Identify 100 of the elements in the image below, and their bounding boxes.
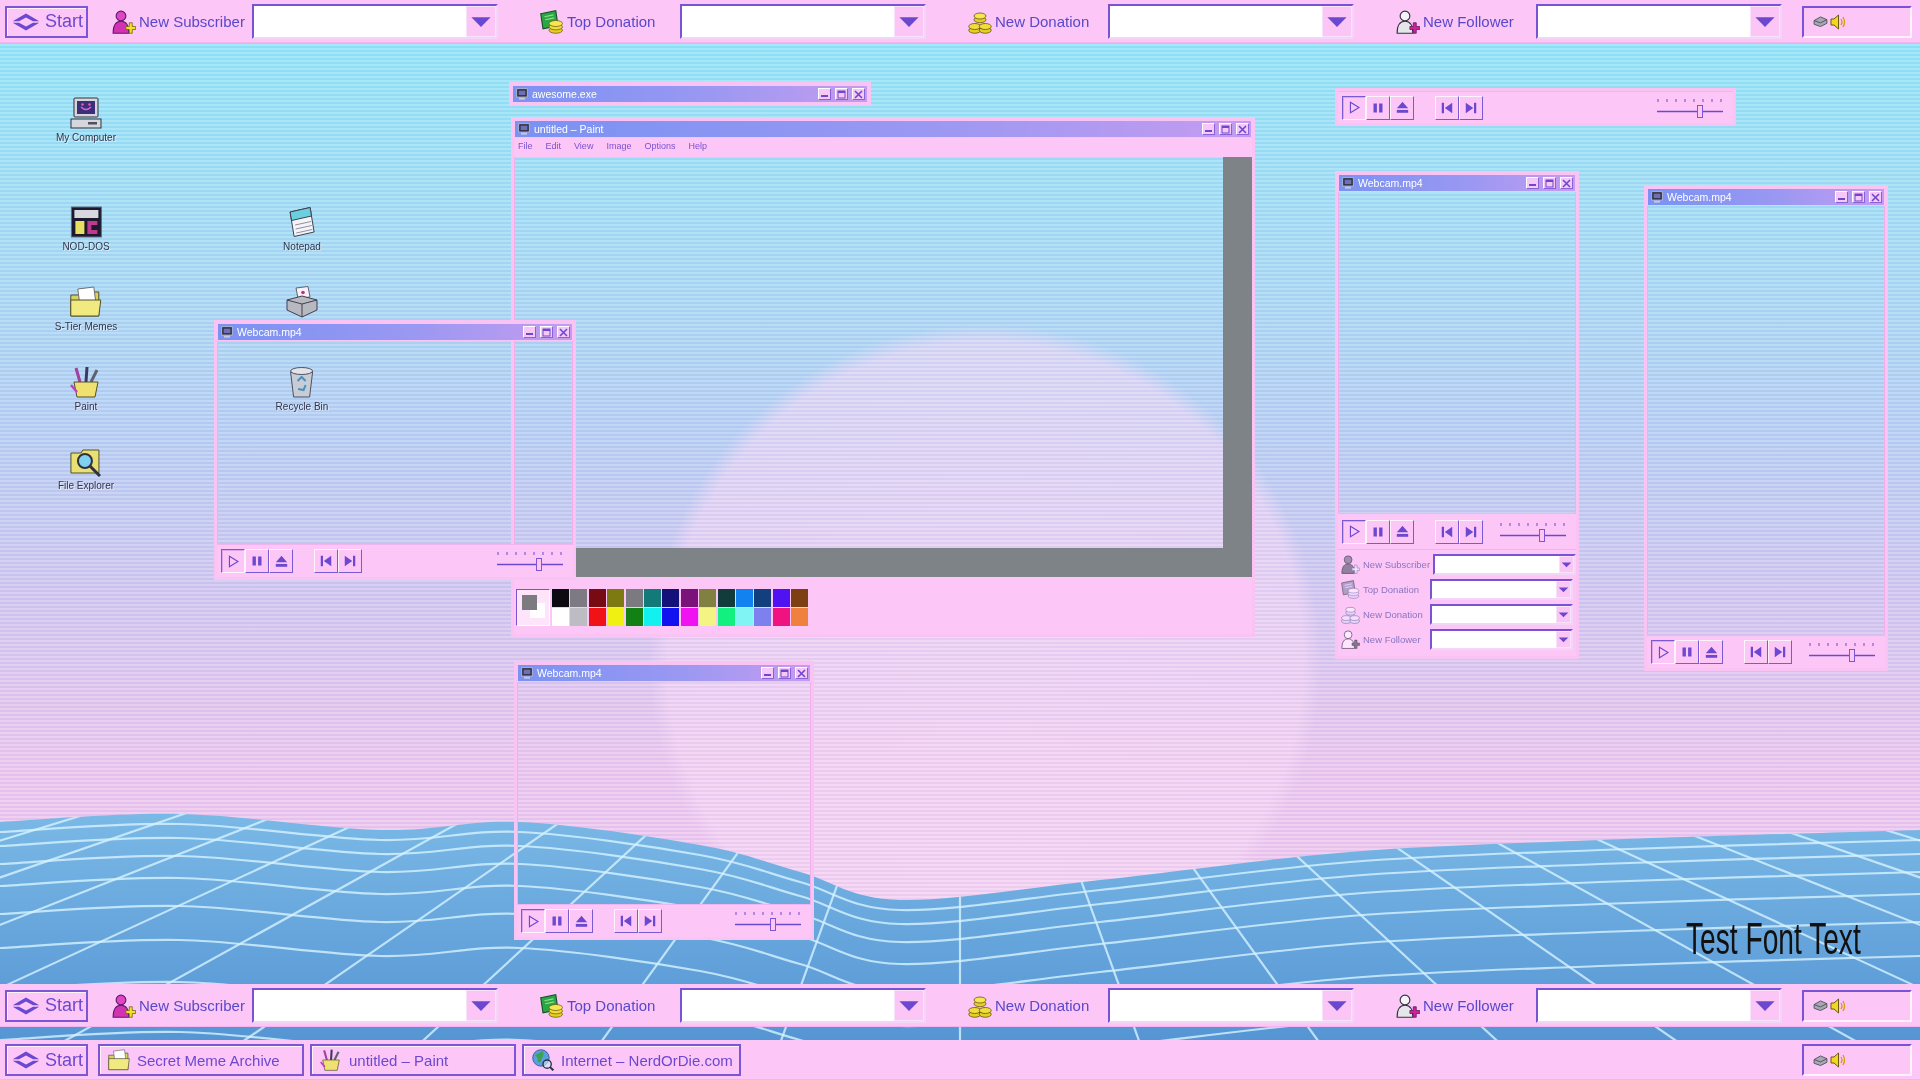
maximize-button[interactable] <box>1852 191 1865 203</box>
color-swatch-icon[interactable] <box>552 589 569 607</box>
close-button[interactable] <box>557 326 570 338</box>
color-swatch-icon[interactable] <box>754 589 772 607</box>
eject-button[interactable] <box>1699 640 1723 664</box>
color-swatch-icon[interactable] <box>625 589 643 607</box>
menu-item[interactable]: Options <box>644 141 676 151</box>
next-button[interactable] <box>638 909 662 933</box>
color-swatch-icon[interactable] <box>643 608 661 626</box>
color-swatch-icon[interactable] <box>735 589 753 607</box>
color-swatch-icon[interactable] <box>754 608 772 626</box>
minimize-button[interactable] <box>1526 177 1539 189</box>
close-button[interactable] <box>1560 177 1573 189</box>
color-swatch-icon[interactable] <box>680 608 698 626</box>
play-button[interactable] <box>221 549 245 573</box>
color-swatch-icon[interactable] <box>791 589 809 607</box>
start-button[interactable]: Start <box>5 5 88 38</box>
play-button[interactable] <box>1342 519 1366 544</box>
close-button[interactable] <box>795 667 808 679</box>
color-swatch-icon[interactable] <box>662 608 680 626</box>
close-button[interactable] <box>1869 191 1882 203</box>
color-swatch-icon[interactable] <box>588 608 606 626</box>
play-button[interactable] <box>1651 640 1675 664</box>
color-swatch-icon[interactable] <box>791 608 809 626</box>
color-selector[interactable] <box>516 589 550 626</box>
alert-dropdown[interactable] <box>1108 988 1354 1023</box>
color-swatch-icon[interactable] <box>570 608 588 626</box>
play-button[interactable] <box>1342 95 1366 120</box>
color-swatch-icon[interactable] <box>588 589 606 607</box>
desktop-shortcut[interactable]: S-Tier Memes <box>54 286 118 332</box>
color-swatch-icon[interactable] <box>662 589 680 607</box>
alert-dropdown[interactable] <box>680 988 926 1023</box>
maximize-button[interactable] <box>778 667 791 679</box>
color-swatch-icon[interactable] <box>552 608 569 626</box>
eject-button[interactable] <box>1390 519 1414 544</box>
color-swatch-icon[interactable] <box>772 608 790 626</box>
taskbar-button[interactable]: Internet – NerdOrDie.com <box>522 1044 741 1076</box>
volume-slider[interactable] <box>496 549 564 573</box>
desktop-shortcut[interactable]: Recycle Bin <box>275 366 329 412</box>
desktop-shortcut[interactable]: File Explorer <box>57 445 115 491</box>
previous-button[interactable] <box>614 909 638 933</box>
previous-button[interactable] <box>1435 519 1459 544</box>
menu-item[interactable]: File <box>518 141 533 151</box>
slider-thumb[interactable] <box>1539 528 1546 542</box>
next-button[interactable] <box>1768 640 1792 664</box>
minimize-button[interactable] <box>1202 123 1215 135</box>
alert-dropdown[interactable] <box>1430 604 1573 625</box>
taskbar-button[interactable]: untitled – Paint <box>310 1044 516 1076</box>
previous-button[interactable] <box>314 549 338 573</box>
maximize-button[interactable] <box>540 326 553 338</box>
desktop-shortcut[interactable]: Paint <box>70 366 102 412</box>
start-button[interactable]: Start <box>5 1044 88 1076</box>
menu-item[interactable]: View <box>574 141 594 151</box>
desktop-shortcut[interactable]: NOD-DOS <box>62 206 110 252</box>
alert-dropdown[interactable] <box>1430 579 1573 600</box>
taskbar-button[interactable]: Secret Meme Archive <box>98 1044 304 1076</box>
desktop-shortcut[interactable] <box>286 286 318 318</box>
pause-button[interactable] <box>245 549 269 573</box>
pause-button[interactable] <box>1675 640 1699 664</box>
eject-button[interactable] <box>269 549 293 573</box>
menu-item[interactable]: Edit <box>545 141 562 151</box>
minimize-button[interactable] <box>523 326 536 338</box>
alert-dropdown[interactable] <box>1536 988 1782 1023</box>
next-button[interactable] <box>1459 95 1483 120</box>
minimize-button[interactable] <box>1835 191 1848 203</box>
slider-thumb[interactable] <box>1848 649 1855 662</box>
volume-slider[interactable] <box>734 909 802 933</box>
menu-item[interactable]: Image <box>606 141 632 151</box>
menu-item[interactable]: Help <box>688 141 707 151</box>
eject-button[interactable] <box>569 909 593 933</box>
desktop-shortcut[interactable]: My Computer <box>56 97 116 143</box>
desktop-shortcut[interactable]: Notepad <box>283 206 321 252</box>
close-button[interactable] <box>1236 123 1249 135</box>
slider-thumb[interactable] <box>535 558 542 571</box>
pause-button[interactable] <box>545 909 569 933</box>
start-button[interactable]: Start <box>5 989 88 1022</box>
color-swatch-icon[interactable] <box>607 608 625 626</box>
alert-dropdown[interactable] <box>1536 4 1782 39</box>
color-swatch-icon[interactable] <box>772 589 790 607</box>
color-swatch-icon[interactable] <box>607 589 625 607</box>
alert-dropdown[interactable] <box>680 4 926 39</box>
color-swatch-icon[interactable] <box>699 608 717 626</box>
minimize-button[interactable] <box>818 88 831 100</box>
maximize-button[interactable] <box>1219 123 1232 135</box>
color-swatch-icon[interactable] <box>717 608 735 626</box>
volume-slider[interactable] <box>1808 640 1876 664</box>
minimize-button[interactable] <box>761 667 774 679</box>
color-swatch-icon[interactable] <box>735 608 753 626</box>
color-swatch-icon[interactable] <box>680 589 698 607</box>
pause-button[interactable] <box>1366 519 1390 544</box>
eject-button[interactable] <box>1390 95 1414 120</box>
slider-thumb[interactable] <box>769 918 776 931</box>
alert-dropdown[interactable] <box>252 4 498 39</box>
previous-button[interactable] <box>1744 640 1768 664</box>
alert-dropdown[interactable] <box>1433 554 1577 575</box>
color-swatch-icon[interactable] <box>625 608 643 626</box>
color-swatch-icon[interactable] <box>570 589 588 607</box>
color-swatch-icon[interactable] <box>717 589 735 607</box>
play-button[interactable] <box>521 909 545 933</box>
maximize-button[interactable] <box>1543 177 1556 189</box>
